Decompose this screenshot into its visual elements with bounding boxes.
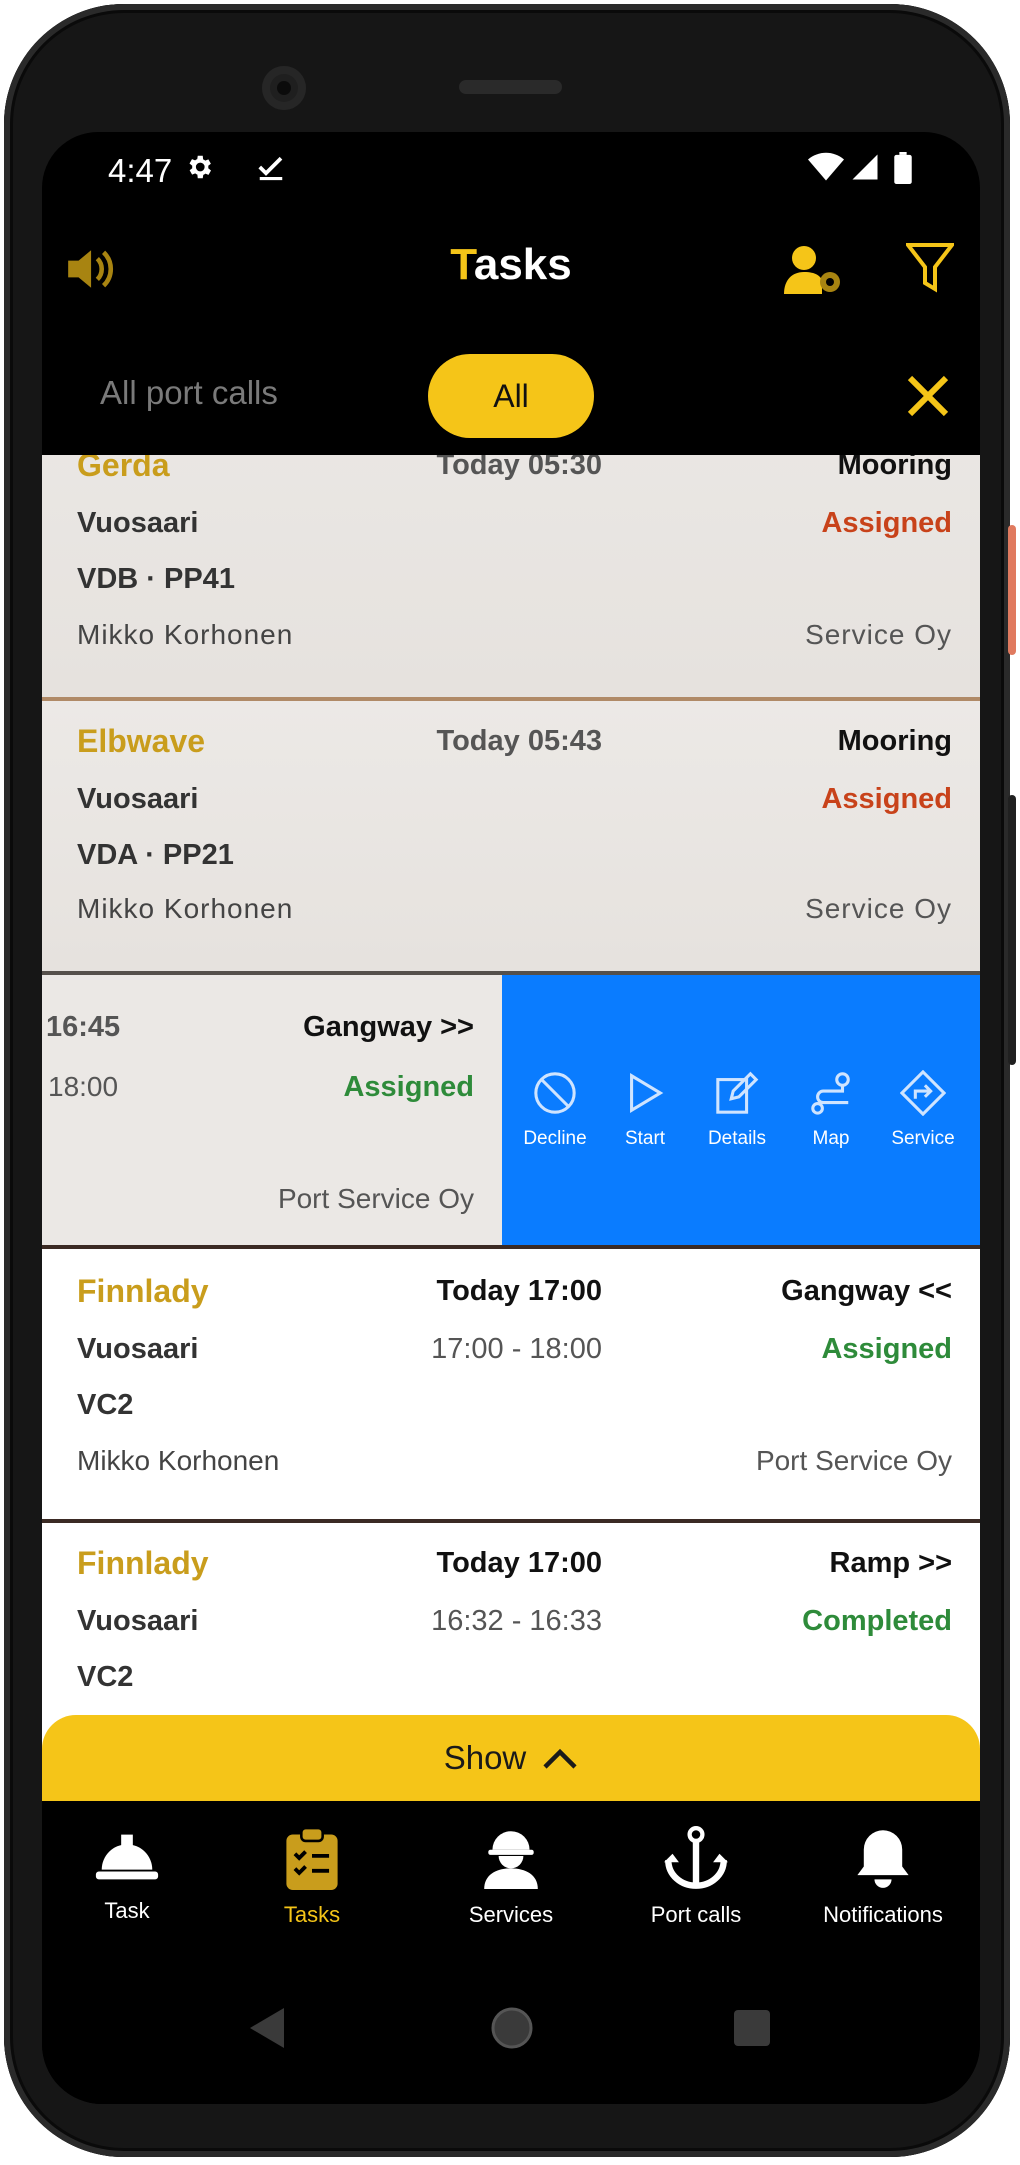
app-screen: 4:47 Tasks All port calls All Gerda Toda… bbox=[42, 132, 980, 2104]
service-action[interactable]: Service bbox=[878, 1070, 968, 1150]
all-port-calls-tab[interactable]: All port calls bbox=[100, 374, 278, 412]
decline-label: Decline bbox=[523, 1128, 587, 1149]
time-window: 17:00 - 18:00 bbox=[431, 1333, 602, 1365]
edit-icon bbox=[716, 1071, 759, 1114]
filter-icon[interactable] bbox=[903, 241, 957, 298]
task-date: Today 05:30 bbox=[436, 455, 602, 481]
phone-frame: 4:47 Tasks All port calls All Gerda Toda… bbox=[4, 4, 1010, 2157]
task-list: Gerda Today 05:30 Mooring Vuosaari Assig… bbox=[42, 455, 980, 1915]
assignee: Mikko Korhonen bbox=[77, 619, 294, 650]
nav-services[interactable]: Services bbox=[426, 1826, 596, 1928]
assignee: Mikko Korhonen bbox=[77, 1445, 280, 1476]
task-card-swiped[interactable]: 16:45 Gangway >> 18:00 Assigned Port Ser… bbox=[42, 975, 980, 1245]
task-status: Assigned bbox=[821, 1333, 952, 1365]
service-type: Mooring bbox=[837, 725, 952, 757]
company: Service Oy bbox=[805, 619, 952, 650]
nav-task-label: Task bbox=[104, 1898, 150, 1923]
chevron-up-icon bbox=[543, 1748, 577, 1769]
nav-port-calls-label: Port calls bbox=[650, 1902, 742, 1927]
all-filter-pill[interactable]: All bbox=[428, 354, 594, 438]
task-date: Today 17:00 bbox=[436, 1275, 602, 1307]
location: Vuosaari bbox=[77, 1333, 199, 1365]
wifi-icon bbox=[808, 152, 844, 187]
task-status: Assigned bbox=[821, 783, 952, 815]
decline-icon bbox=[534, 1072, 576, 1114]
close-icon[interactable] bbox=[904, 372, 952, 425]
time-window: 16:32 - 16:33 bbox=[431, 1605, 602, 1637]
task-card[interactable]: Elbwave Today 05:43 Mooring Vuosaari Ass… bbox=[42, 701, 980, 971]
recents-nav-icon[interactable] bbox=[732, 2008, 772, 2053]
location: Vuosaari bbox=[77, 1605, 199, 1637]
battery-icon bbox=[894, 152, 912, 189]
start-action[interactable]: Start bbox=[600, 1070, 690, 1150]
status-time: 4:47 bbox=[108, 152, 173, 189]
route-icon bbox=[811, 1072, 850, 1115]
home-nav-icon[interactable] bbox=[490, 2006, 534, 2055]
clipboard-icon bbox=[286, 1826, 338, 1890]
nav-notifications-label: Notifications bbox=[823, 1902, 943, 1927]
details-label: Details bbox=[707, 1128, 767, 1149]
task-card[interactable]: Finnlady Today 17:00 Gangway << Vuosaari… bbox=[42, 1249, 980, 1519]
settings-status-icon bbox=[184, 152, 214, 187]
swipe-actions-panel: Decline Start Details Map Service bbox=[502, 975, 980, 1245]
map-label: Map bbox=[812, 1128, 850, 1149]
berth: VC2 bbox=[77, 1661, 134, 1693]
task-status: Assigned bbox=[343, 1071, 474, 1103]
user-settings-icon[interactable] bbox=[784, 244, 844, 301]
earpiece-speaker bbox=[459, 80, 562, 94]
nav-tasks[interactable]: Tasks bbox=[227, 1826, 397, 1928]
task-status: Completed bbox=[802, 1605, 952, 1637]
service-type: Gangway >> bbox=[303, 1011, 474, 1043]
nav-task[interactable]: Task bbox=[42, 1826, 212, 1924]
bell-icon bbox=[857, 1830, 909, 1888]
task-date: Today 05:43 bbox=[436, 725, 602, 757]
task-card[interactable]: Gerda Today 05:30 Mooring Vuosaari Assig… bbox=[42, 455, 980, 697]
play-icon bbox=[630, 1073, 664, 1113]
berth: VDB · PP41 bbox=[77, 563, 235, 595]
show-button[interactable]: Show bbox=[42, 1715, 980, 1801]
start-label: Start bbox=[624, 1128, 666, 1149]
signal-icon bbox=[850, 152, 880, 187]
location: Vuosaari bbox=[77, 507, 199, 539]
volume-button bbox=[1008, 795, 1016, 1065]
company: Port Service Oy bbox=[755, 1445, 952, 1476]
front-camera bbox=[262, 66, 306, 110]
vessel-name: Gerda bbox=[77, 455, 170, 483]
bottom-navigation: Task Tasks Services Port calls Notificat… bbox=[42, 1801, 980, 1961]
nav-services-label: Services bbox=[468, 1902, 554, 1927]
worker-icon bbox=[484, 1831, 538, 1889]
vessel-name: Elbwave bbox=[77, 723, 206, 759]
helmet-icon bbox=[95, 1834, 159, 1880]
assignee: Mikko Korhonen bbox=[77, 893, 294, 924]
nav-port-calls[interactable]: Port calls bbox=[611, 1826, 781, 1928]
back-nav-icon[interactable] bbox=[248, 2006, 288, 2055]
details-action[interactable]: Details bbox=[692, 1070, 782, 1150]
decline-action[interactable]: Decline bbox=[510, 1070, 600, 1150]
nav-tasks-label: Tasks bbox=[283, 1902, 341, 1927]
berth: VC2 bbox=[77, 1389, 134, 1421]
map-action[interactable]: Map bbox=[786, 1070, 876, 1150]
location: Vuosaari bbox=[77, 783, 199, 815]
vessel-name: Finnlady bbox=[77, 1545, 209, 1581]
show-label: Show bbox=[443, 1739, 527, 1776]
task-status: Assigned bbox=[821, 507, 952, 539]
status-bar: 4:47 bbox=[42, 132, 980, 212]
task-date: Today 17:00 bbox=[436, 1547, 602, 1579]
nav-notifications[interactable]: Notifications bbox=[798, 1826, 968, 1928]
anchor-icon bbox=[664, 1826, 728, 1889]
vessel-name: Finnlady bbox=[77, 1273, 209, 1309]
checkmark-status-icon bbox=[256, 152, 286, 187]
service-type: Gangway << bbox=[781, 1275, 952, 1307]
service-type: Ramp >> bbox=[829, 1547, 953, 1579]
power-button bbox=[1008, 525, 1016, 655]
service-label: Service bbox=[891, 1128, 955, 1149]
directions-icon bbox=[900, 1070, 946, 1116]
company: Port Service Oy bbox=[277, 1183, 474, 1214]
company: Service Oy bbox=[805, 893, 952, 924]
system-navigation-bar bbox=[42, 1962, 980, 2104]
berth: VDA · PP21 bbox=[77, 839, 234, 871]
service-type: Mooring bbox=[837, 455, 952, 481]
